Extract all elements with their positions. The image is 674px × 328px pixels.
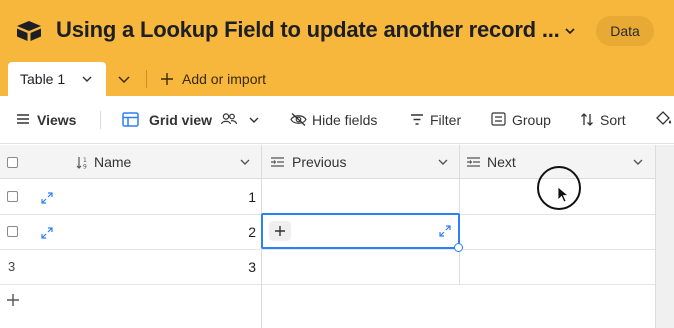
group-icon bbox=[491, 112, 506, 126]
chevron-down-icon[interactable] bbox=[239, 156, 251, 168]
select-all-checkbox[interactable] bbox=[7, 157, 18, 168]
grid-view-label: Grid view bbox=[149, 112, 213, 128]
cell-name[interactable]: 3 bbox=[70, 250, 256, 285]
add-or-import-label: Add or import bbox=[182, 71, 267, 87]
eye-slash-icon bbox=[290, 113, 307, 126]
column-previous-label: Previous bbox=[292, 154, 347, 170]
cell-name-value: 2 bbox=[248, 224, 256, 240]
collaborators-icon bbox=[220, 113, 238, 125]
column-header-previous[interactable]: Previous bbox=[262, 145, 459, 179]
base-logo-icon[interactable] bbox=[16, 20, 42, 42]
toolbar-divider bbox=[100, 111, 101, 129]
mouse-pointer-icon bbox=[557, 186, 569, 203]
plus-icon bbox=[275, 226, 285, 236]
grid-icon bbox=[122, 112, 139, 127]
hide-fields-label: Hide fields bbox=[312, 112, 378, 128]
expand-record-icon[interactable] bbox=[41, 227, 53, 239]
hide-fields-button[interactable]: Hide fields bbox=[290, 111, 385, 129]
sort-button[interactable]: Sort bbox=[580, 111, 634, 129]
chevron-down-icon[interactable] bbox=[81, 73, 93, 85]
base-title[interactable]: Using a Lookup Field to update another r… bbox=[56, 17, 560, 43]
cell-name-value: 3 bbox=[248, 259, 256, 275]
svg-text:9: 9 bbox=[83, 164, 87, 170]
tab-label: Table 1 bbox=[20, 71, 66, 87]
selected-cell-previous[interactable] bbox=[261, 213, 463, 252]
cell-name[interactable]: 2 bbox=[70, 215, 256, 250]
plus-icon bbox=[161, 73, 173, 85]
chevron-down-icon[interactable] bbox=[632, 156, 644, 168]
fill-handle[interactable] bbox=[454, 243, 463, 252]
chevron-down-icon[interactable] bbox=[563, 24, 577, 38]
views-label: Views bbox=[37, 112, 77, 128]
add-or-import-button[interactable]: Add or import bbox=[160, 71, 266, 87]
table-row[interactable]: 3 3 bbox=[0, 250, 674, 285]
filter-label: Filter bbox=[430, 112, 462, 128]
chevron-down-icon[interactable] bbox=[116, 72, 132, 86]
row-checkbox[interactable] bbox=[7, 191, 18, 202]
cell-name[interactable]: 1 bbox=[70, 180, 256, 215]
column-header-name[interactable]: 1 9 Name bbox=[70, 145, 261, 179]
plus-icon bbox=[7, 294, 19, 306]
column-next-label: Next bbox=[487, 154, 516, 170]
chevron-down-icon[interactable] bbox=[437, 156, 449, 168]
sort-label: Sort bbox=[600, 112, 626, 128]
row-checkbox[interactable] bbox=[7, 226, 18, 237]
cell-name-value: 1 bbox=[248, 189, 256, 205]
tab-divider bbox=[146, 70, 147, 88]
linked-record-icon bbox=[271, 157, 284, 167]
views-button[interactable]: Views bbox=[16, 111, 86, 129]
data-tab-button[interactable]: Data bbox=[596, 16, 654, 46]
base-header: Using a Lookup Field to update another r… bbox=[0, 0, 674, 62]
filter-button[interactable]: Filter bbox=[410, 111, 470, 129]
view-toolbar: Views Grid view Hide fields Filter Group… bbox=[0, 96, 674, 144]
table-tab-bar: Table 1 Add or import bbox=[0, 62, 674, 96]
linked-record-icon bbox=[467, 157, 480, 167]
add-linked-record-button[interactable] bbox=[269, 221, 291, 241]
filter-icon bbox=[411, 114, 423, 125]
group-button[interactable]: Group bbox=[491, 111, 557, 129]
expand-cell-icon[interactable] bbox=[439, 225, 451, 237]
group-label: Group bbox=[512, 112, 551, 128]
menu-icon bbox=[17, 114, 29, 124]
expand-record-icon[interactable] bbox=[41, 192, 53, 204]
chevron-down-icon bbox=[249, 117, 259, 123]
grid-scroll-edge bbox=[655, 145, 674, 328]
sort-icon bbox=[581, 113, 593, 126]
row-number: 3 bbox=[8, 259, 16, 274]
grid-view-button[interactable]: Grid view bbox=[122, 111, 264, 129]
number-icon: 1 9 bbox=[76, 157, 87, 170]
paint-bucket-icon[interactable] bbox=[654, 110, 674, 128]
column-name-label: Name bbox=[94, 154, 132, 170]
tab-table-1[interactable]: Table 1 bbox=[8, 62, 106, 96]
add-record-button[interactable] bbox=[0, 285, 260, 315]
